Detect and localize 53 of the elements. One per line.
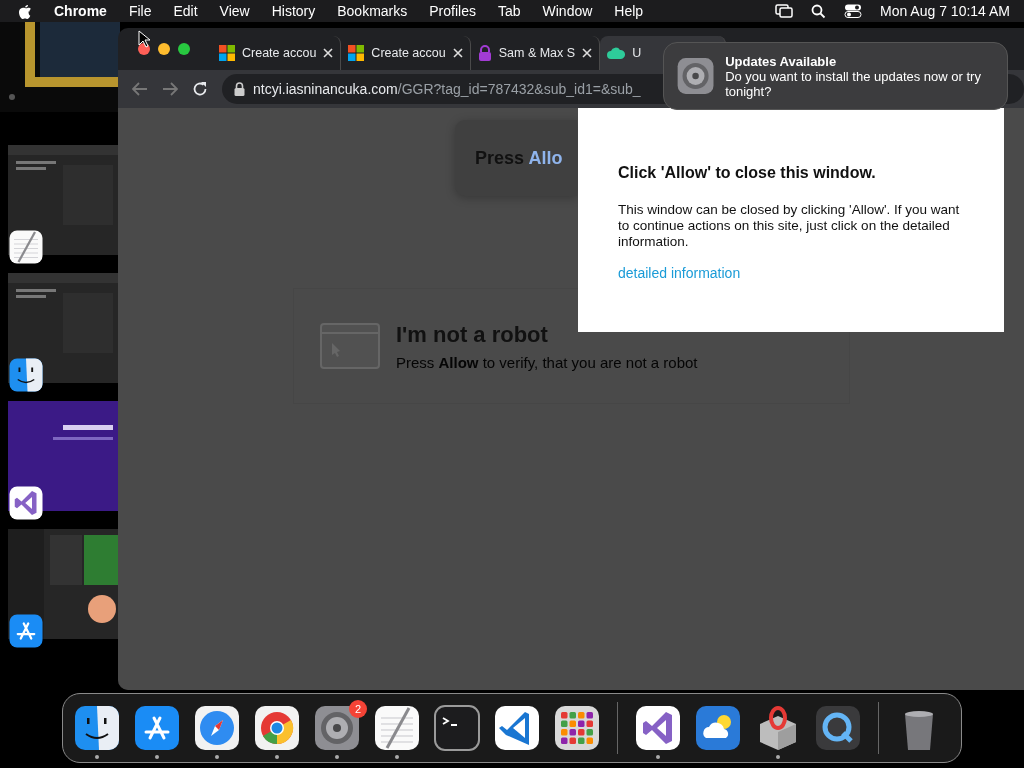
verification-instruction: Press Allow to verify, that you are not a robot: [396, 353, 698, 371]
menu-item[interactable]: File: [128, 3, 152, 19]
menu-item[interactable]: Window: [542, 3, 593, 19]
gear-icon[interactable]: [313, 704, 361, 752]
close-icon[interactable]: [582, 48, 593, 58]
four-squares-icon: [219, 45, 235, 61]
app-grid-icon[interactable]: [553, 704, 601, 752]
dialog-heading: Click 'Allow' to close this window.: [618, 164, 877, 182]
close-icon[interactable]: [452, 48, 463, 58]
toggles-icon[interactable]: [844, 4, 862, 18]
notification-badge: 2: [349, 700, 367, 718]
two-windows-icon[interactable]: [775, 4, 793, 18]
close-icon[interactable]: [323, 48, 334, 58]
code-editor-icon[interactable]: [493, 704, 541, 752]
chrome-icon[interactable]: [253, 704, 301, 752]
window-thumbnail-drawing[interactable]: [8, 273, 118, 383]
verification-title: I'm not a robot: [396, 321, 549, 348]
menu-item[interactable]: History: [271, 3, 316, 19]
menu-item[interactable]: Profiles: [429, 3, 476, 19]
notification-title: Updates Available: [725, 53, 838, 69]
visual-studio-icon[interactable]: [634, 704, 682, 752]
window-thumbnail-drawing[interactable]: [8, 145, 118, 255]
four-squares-icon: [348, 45, 365, 61]
menu-item[interactable]: Edit: [173, 3, 198, 19]
cloud-sun-icon[interactable]: [694, 704, 742, 752]
menu-item[interactable]: Help: [614, 3, 644, 19]
notepad-pen-icon[interactable]: [373, 704, 421, 752]
apple-logo-icon[interactable]: [18, 3, 32, 19]
mouse-pointer-icon: [138, 30, 150, 48]
menu-item[interactable]: Tab: [497, 3, 521, 19]
reload-icon[interactable]: [192, 81, 208, 97]
magnifier-q-icon[interactable]: [814, 704, 862, 752]
window-thumbnail-drawing[interactable]: [8, 529, 118, 639]
dialog-text: This window can be closed by clicking 'Allow'. If you want to continue actions on this site, just click on the detailed information.: [618, 202, 961, 250]
forward-arrow-icon[interactable]: [162, 82, 178, 96]
finder-face-icon[interactable]: [73, 704, 121, 752]
cloud-icon: [607, 46, 626, 60]
back-arrow-icon[interactable]: [132, 82, 148, 96]
compass-icon[interactable]: [193, 704, 241, 752]
lock-icon: [234, 82, 245, 96]
terminal-icon[interactable]: [433, 704, 481, 752]
app-name-menu[interactable]: Chrome: [54, 3, 107, 19]
lock-icon: [477, 45, 492, 61]
menu-item[interactable]: View: [219, 3, 250, 19]
window-thumbnail-drawing[interactable]: [8, 401, 118, 511]
app-store-icon[interactable]: [133, 704, 181, 752]
minimize-window-button[interactable]: [158, 43, 170, 55]
menu-item[interactable]: Bookmarks: [337, 3, 408, 19]
browser-cursor-icon: [320, 323, 380, 369]
search-icon[interactable]: [811, 3, 826, 19]
zoom-window-button[interactable]: [178, 43, 190, 55]
menu-bar-clock[interactable]: Mon Aug 7 10:14 AM: [880, 3, 1010, 19]
update-notification-toast[interactable]: Updates Available Do you want to install the updates now or try tonight?: [663, 42, 1008, 110]
